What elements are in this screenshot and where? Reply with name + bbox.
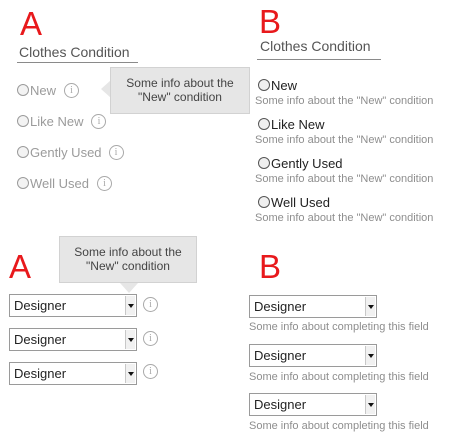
dropdown-arrow-icon[interactable] [365,297,375,316]
radio-label: Like New [30,113,84,129]
tooltip-line-2: "New" condition [138,90,222,104]
section-title-a: Clothes Condition [19,44,130,60]
variant-label-b: B [259,3,282,40]
radio-option-well-used-b[interactable]: Well Used [258,194,330,210]
tooltip-line-2: "New" condition [86,259,170,273]
select-designer-b-3[interactable]: Designer [249,393,377,416]
dropdown-arrow-icon[interactable] [125,364,135,383]
radio-option-new-a[interactable]: New i [17,81,80,99]
select-help-text: Some info about completing this field [249,321,429,333]
radio-label: Gently Used [30,144,102,160]
select-value: Designer [254,397,307,412]
title-underline-a [17,62,138,63]
radio-label: New [30,82,57,98]
select-value: Designer [14,332,67,347]
radio-help-text: Some info about the "New" condition [255,173,434,185]
radio-circle-icon[interactable] [17,146,29,158]
dropdown-arrow-icon[interactable] [125,296,135,315]
radio-circle-icon[interactable] [17,115,29,127]
radio-option-gently-used-b[interactable]: Gently Used [258,155,343,171]
info-icon[interactable]: i [143,331,158,346]
radio-label: New [271,77,298,93]
info-icon[interactable]: i [143,297,158,312]
tooltip-new-condition-bottom: Some info about the "New" condition [59,236,197,283]
dropdown-arrow-icon[interactable] [125,330,135,349]
radio-circle-icon[interactable] [258,196,270,208]
info-icon[interactable]: i [97,175,113,191]
tooltip-new-condition-top: Some info about the "New" condition [110,67,250,114]
select-designer-b-1[interactable]: Designer [249,295,377,318]
variant-label-a-bottom: A [9,248,32,285]
radio-circle-icon[interactable] [258,157,270,169]
radio-option-like-new-a[interactable]: Like New i [17,112,107,130]
title-underline-b [257,59,381,60]
radio-circle-icon[interactable] [17,84,29,96]
select-designer-b-2[interactable]: Designer [249,344,377,367]
tooltip-line-1: Some info about the [126,76,234,90]
info-icon[interactable]: i [143,364,158,379]
select-designer-a-2[interactable]: Designer [9,328,137,351]
radio-help-text: Some info about the "New" condition [255,134,434,146]
info-icon[interactable]: i [64,82,80,98]
select-help-text: Some info about completing this field [249,420,429,432]
select-value: Designer [14,298,67,313]
radio-label: Well Used [271,194,331,210]
dropdown-arrow-icon[interactable] [365,395,375,414]
tooltip-arrow-down [120,283,138,293]
radio-option-like-new-b[interactable]: Like New [258,116,324,132]
radio-help-text: Some info about the "New" condition [255,95,434,107]
radio-help-text: Some info about the "New" condition [255,212,434,224]
radio-label: Gently Used [271,155,343,171]
section-title-b: Clothes Condition [260,38,371,54]
variant-label-b-bottom: B [259,248,282,285]
radio-circle-icon[interactable] [17,177,29,189]
variant-label-a: A [20,5,43,42]
info-icon[interactable]: i [91,113,107,129]
dropdown-arrow-icon[interactable] [365,346,375,365]
info-icon[interactable]: i [108,144,124,160]
radio-circle-icon[interactable] [258,79,270,91]
radio-option-gently-used-a[interactable]: Gently Used i [17,143,124,161]
select-help-text: Some info about completing this field [249,371,429,383]
radio-option-well-used-a[interactable]: Well Used i [17,174,113,192]
select-designer-a-3[interactable]: Designer [9,362,137,385]
radio-label: Well Used [30,175,90,191]
select-designer-a-1[interactable]: Designer [9,294,137,317]
select-value: Designer [254,348,307,363]
select-value: Designer [14,366,67,381]
radio-circle-icon[interactable] [258,118,270,130]
radio-label: Like New [271,116,325,132]
tooltip-line-1: Some info about the [74,245,182,259]
select-value: Designer [254,299,307,314]
radio-option-new-b[interactable]: New [258,77,297,93]
